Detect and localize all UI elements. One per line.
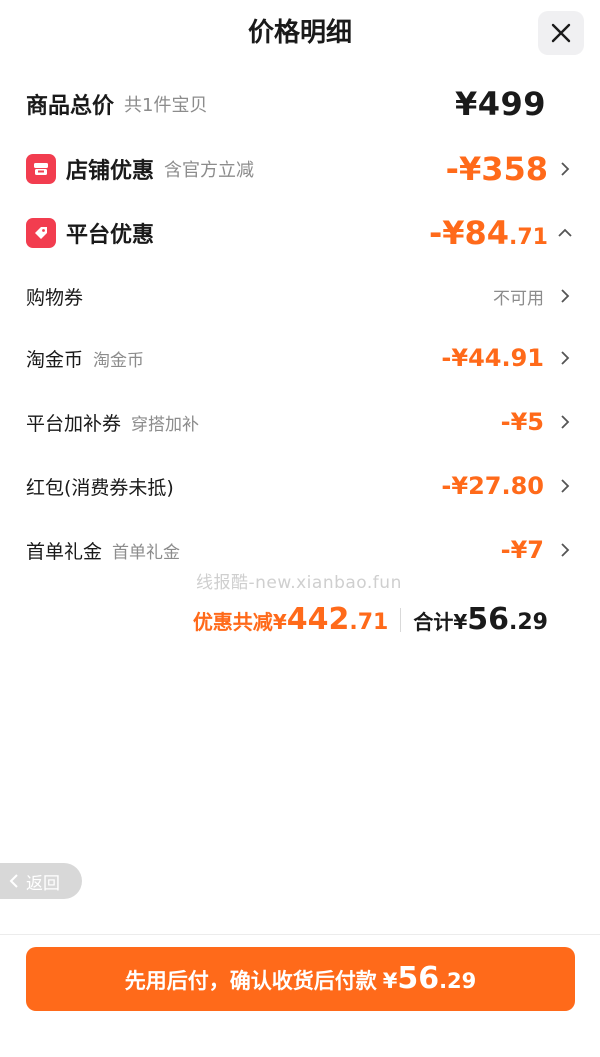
grand-total-int: 56 [467,602,510,637]
total-value: ¥499 [454,85,546,123]
list-item-taojinbi[interactable]: 淘金币 淘金币 -¥44.91 [0,338,600,378]
chevron-right-icon [558,543,572,557]
close-icon [551,23,571,43]
summary-line: 优惠共减 ¥ 442 .71 合计 ¥ 56 .29 [193,602,548,637]
discount-total-yen: ¥ [272,610,287,634]
back-label: 返回 [26,873,60,894]
list-item-red-packet[interactable]: 红包(消费券未抵) -¥27.80 [0,466,600,506]
back-button[interactable]: 返回 [0,863,82,899]
chevron-right-icon [558,479,572,493]
bottom-divider [0,934,600,935]
list-item-platform-coupon[interactable]: 平台加补券 穿搭加补 -¥5 [0,402,600,442]
chevron-up-icon [558,226,572,240]
summary-divider [400,607,402,632]
price-detail-sheet: 价格明细 商品总价 共1件宝贝 ¥499 店铺优惠 含官方立减 -¥358 平台… [0,0,600,1057]
chevron-right-icon [558,162,572,176]
item-value: -¥27.80 [441,472,544,500]
item-label: 购物券 [26,286,84,309]
discount-total-dec: .71 [349,610,389,635]
list-item-shopping-voucher[interactable]: 购物券 不可用 [0,276,600,316]
cta-amount-int: 56 [397,961,440,996]
item-value: -¥5 [500,408,544,436]
total-sub: 共1件宝贝 [124,95,208,116]
item-label: 红包(消费券未抵) [26,476,174,499]
cta-text: 先用后付，确认收货后付款 [124,969,377,993]
grand-total-yen: ¥ [453,610,468,634]
platform-discount-row[interactable]: 平台优惠 -¥84 .71 [0,210,600,256]
cta-amount-dec: .29 [439,969,477,993]
shop-discount-value: -¥358 [445,150,548,188]
item-sub: 淘金币 [93,350,145,371]
platform-discount-int: -¥84 [428,214,510,252]
shop-icon [26,154,56,184]
item-value: 不可用 [493,288,544,309]
close-button[interactable] [538,11,584,55]
shop-discount-sub: 含官方立减 [164,160,255,181]
chevron-right-icon [558,415,572,429]
list-item-first-order-gift[interactable]: 首单礼金 首单礼金 -¥7 [0,530,600,570]
chevron-right-icon [558,351,572,365]
watermark: 线报酷-new.xianbao.fun [196,573,402,593]
total-row: 商品总价 共1件宝贝 ¥499 [0,82,600,126]
discount-total-label: 优惠共减 [192,610,273,634]
chevron-left-icon [9,874,18,888]
discount-total-int: 442 [286,602,350,637]
cta-yen: ¥ [382,969,398,993]
item-value: -¥44.91 [441,344,544,372]
item-label: 淘金币 [26,348,84,371]
item-label: 平台加补券 [26,412,122,435]
grand-total-dec: .29 [509,610,548,635]
item-sub: 穿搭加补 [131,414,200,435]
shop-discount-row[interactable]: 店铺优惠 含官方立减 -¥358 [0,146,600,192]
shop-discount-label: 店铺优惠 [66,159,155,184]
pay-later-button[interactable]: 先用后付，确认收货后付款 ¥ 56 .29 [26,947,575,1011]
item-label: 首单礼金 [26,540,103,563]
chevron-right-icon [558,289,572,303]
platform-discount-dec: .71 [509,225,548,250]
total-label: 商品总价 [26,94,115,119]
item-value: -¥7 [500,536,544,564]
tag-icon [26,218,56,248]
platform-discount-label: 平台优惠 [66,223,155,248]
item-sub: 首单礼金 [112,542,181,563]
page-title: 价格明细 [247,18,352,48]
grand-total-label: 合计 [413,610,454,634]
